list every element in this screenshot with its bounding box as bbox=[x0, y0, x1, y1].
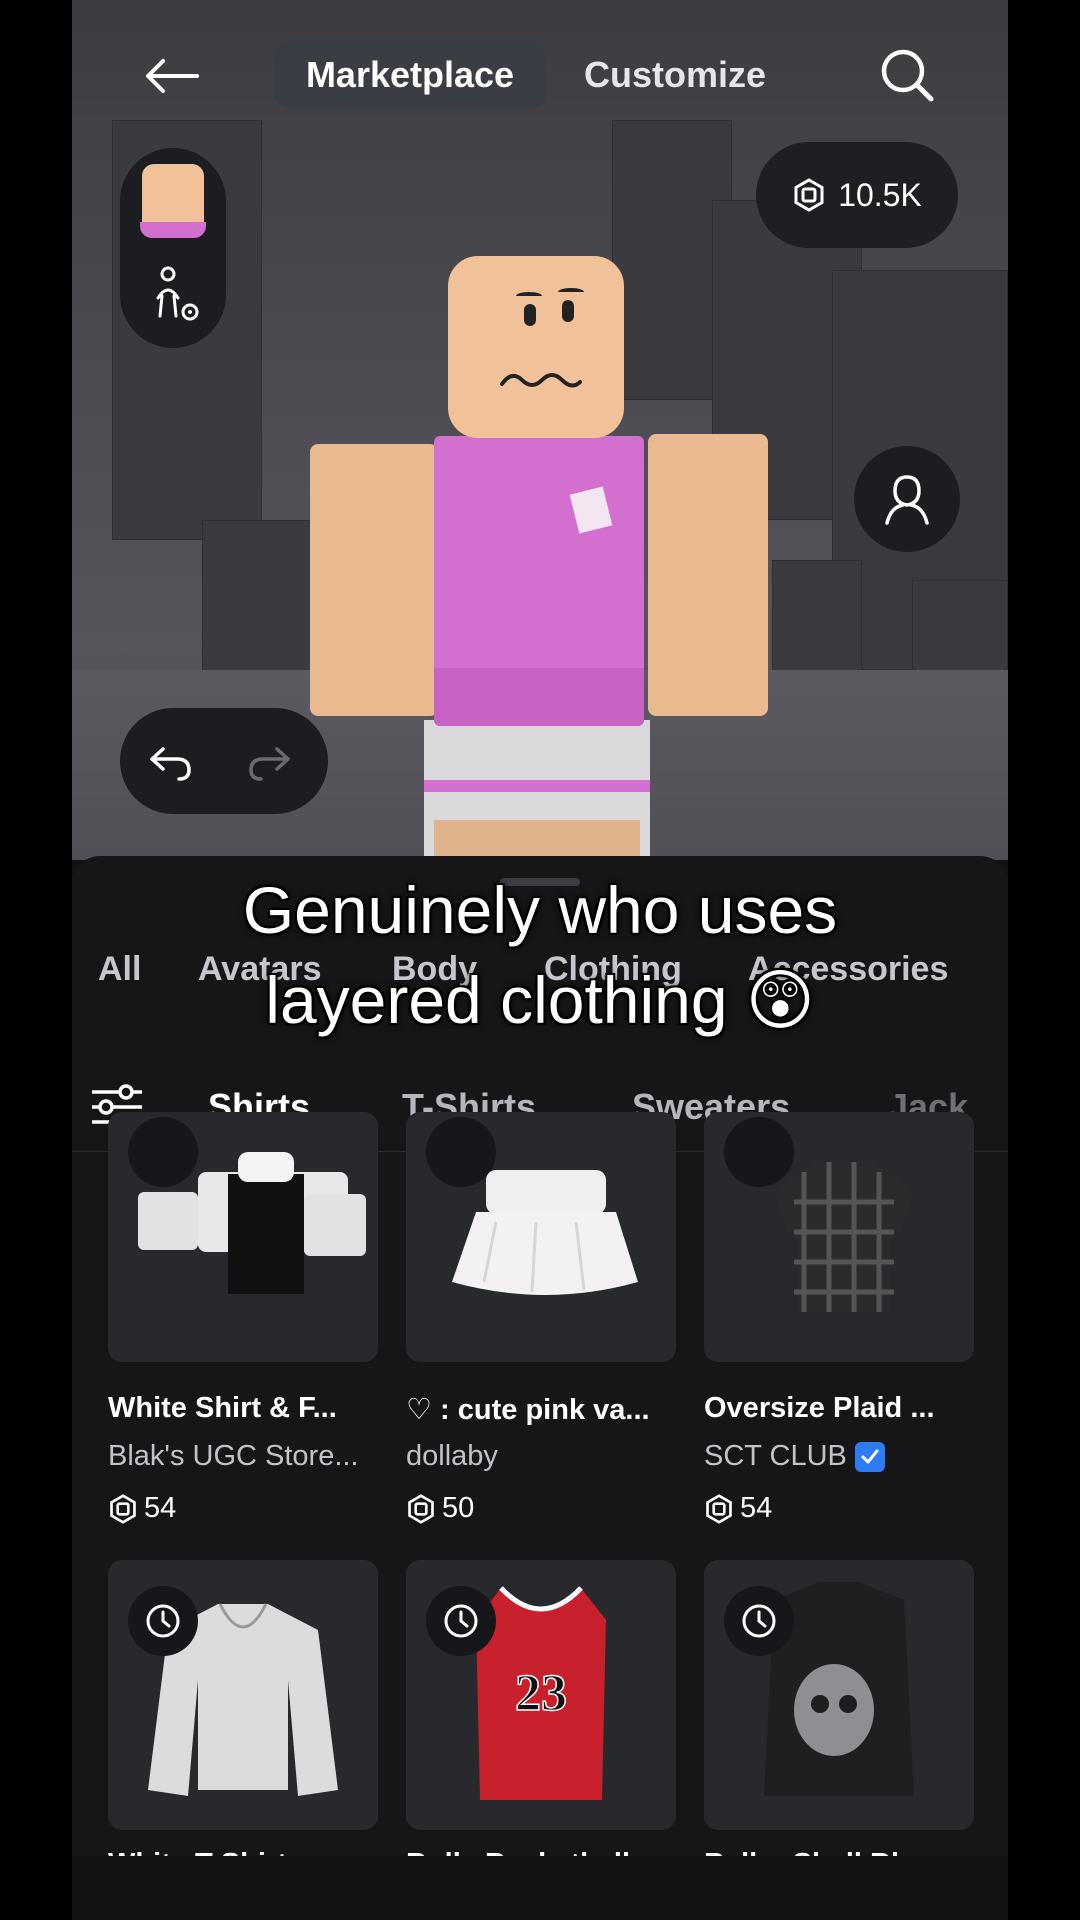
app-screen: Marketplace Customize 10.5K All Avatars … bbox=[72, 0, 1008, 1920]
avatar-settings-icon[interactable] bbox=[146, 266, 206, 328]
catalog-item[interactable]: White T-Shirt w... bbox=[108, 1560, 378, 1880]
item-price-value: 50 bbox=[442, 1492, 475, 1524]
avatar-shorts-stripe bbox=[424, 780, 650, 792]
redo-icon bbox=[249, 747, 290, 781]
limited-time-badge bbox=[724, 1586, 794, 1656]
item-creator[interactable]: dollaby bbox=[406, 1440, 498, 1473]
item-creator-label: dollaby bbox=[406, 1440, 498, 1472]
catalog-item[interactable]: 23 Bulls Basketball ... bbox=[406, 1560, 676, 1880]
undo-icon bbox=[150, 747, 191, 781]
avatar-thumbnail-collar bbox=[140, 222, 206, 238]
limited-time-badge bbox=[426, 1586, 496, 1656]
item-creator[interactable]: SCT CLUB bbox=[704, 1440, 885, 1473]
item-price: 54 bbox=[108, 1492, 176, 1525]
robux-icon bbox=[110, 1493, 136, 1524]
avatar-mouth bbox=[500, 373, 582, 388]
item-price-value: 54 bbox=[144, 1492, 177, 1524]
undo-button[interactable] bbox=[146, 738, 196, 788]
item-creator[interactable]: Blak's UGC Store... bbox=[108, 1440, 359, 1473]
catalog-item[interactable]: Oversize Plaid ... SCT CLUB 54 bbox=[704, 1112, 974, 1532]
search-button[interactable] bbox=[872, 40, 942, 110]
item-thumbnail bbox=[406, 1112, 676, 1362]
clock-icon bbox=[742, 1604, 776, 1638]
item-image-plaid-shirt bbox=[724, 1117, 914, 1312]
avatar-left-arm bbox=[310, 444, 438, 716]
svg-text:23: 23 bbox=[515, 1665, 567, 1722]
robux-icon bbox=[794, 178, 824, 212]
item-price-value: 54 bbox=[740, 1492, 773, 1524]
video-caption-line-1: Genuinely who uses bbox=[242, 873, 838, 947]
avatar-brow bbox=[516, 292, 542, 300]
redo-button[interactable] bbox=[244, 738, 294, 788]
item-thumbnail bbox=[704, 1112, 974, 1362]
clock-icon bbox=[146, 1604, 180, 1638]
avatar-eye bbox=[562, 300, 574, 322]
back-button[interactable] bbox=[132, 44, 212, 108]
item-price: 54 bbox=[704, 1492, 772, 1525]
tab-marketplace[interactable]: Marketplace bbox=[274, 42, 546, 108]
robux-icon bbox=[408, 1493, 434, 1524]
verified-icon bbox=[854, 1441, 885, 1472]
item-price: 50 bbox=[406, 1492, 474, 1525]
avatar-right-arm bbox=[648, 434, 768, 716]
item-image-white-shirt bbox=[128, 1117, 366, 1294]
item-name: ♡ : cute pink va... bbox=[406, 1394, 650, 1426]
robux-icon bbox=[706, 1493, 732, 1524]
bottom-fade bbox=[72, 1856, 1008, 1920]
item-image-pink-skirt bbox=[426, 1117, 638, 1295]
item-creator-label: Blak's UGC Store... bbox=[108, 1440, 359, 1472]
catalog-item[interactable]: Baller Skull Bla... bbox=[704, 1560, 974, 1880]
profile-icon bbox=[885, 475, 929, 525]
item-creator-label: SCT CLUB bbox=[704, 1440, 847, 1472]
limited-time-badge bbox=[128, 1586, 198, 1656]
item-name: Oversize Plaid ... bbox=[704, 1392, 935, 1424]
avatar-leg-skin bbox=[434, 820, 640, 860]
avatar-profile-button[interactable] bbox=[854, 446, 960, 552]
avatar-torso-band bbox=[434, 668, 644, 726]
tab-customize[interactable]: Customize bbox=[560, 42, 790, 108]
avatar-brow bbox=[558, 288, 584, 296]
robux-balance-value: 10.5K bbox=[838, 176, 922, 213]
item-name: White Shirt & F... bbox=[108, 1392, 337, 1424]
search-icon bbox=[881, 49, 934, 102]
clock-icon bbox=[444, 1604, 478, 1638]
item-thumbnail bbox=[108, 1112, 378, 1362]
avatar-eye bbox=[524, 304, 536, 326]
catalog-item[interactable]: White Shirt & F... Blak's UGC Store... 5… bbox=[108, 1112, 378, 1532]
video-caption-line-2: layered clothing 😲 bbox=[265, 963, 815, 1037]
catalog-item[interactable]: ♡ : cute pink va... dollaby 50 bbox=[406, 1112, 676, 1532]
back-arrow-icon bbox=[146, 59, 199, 93]
avatar-head bbox=[448, 256, 624, 438]
robux-balance[interactable]: 10.5K bbox=[756, 142, 958, 248]
